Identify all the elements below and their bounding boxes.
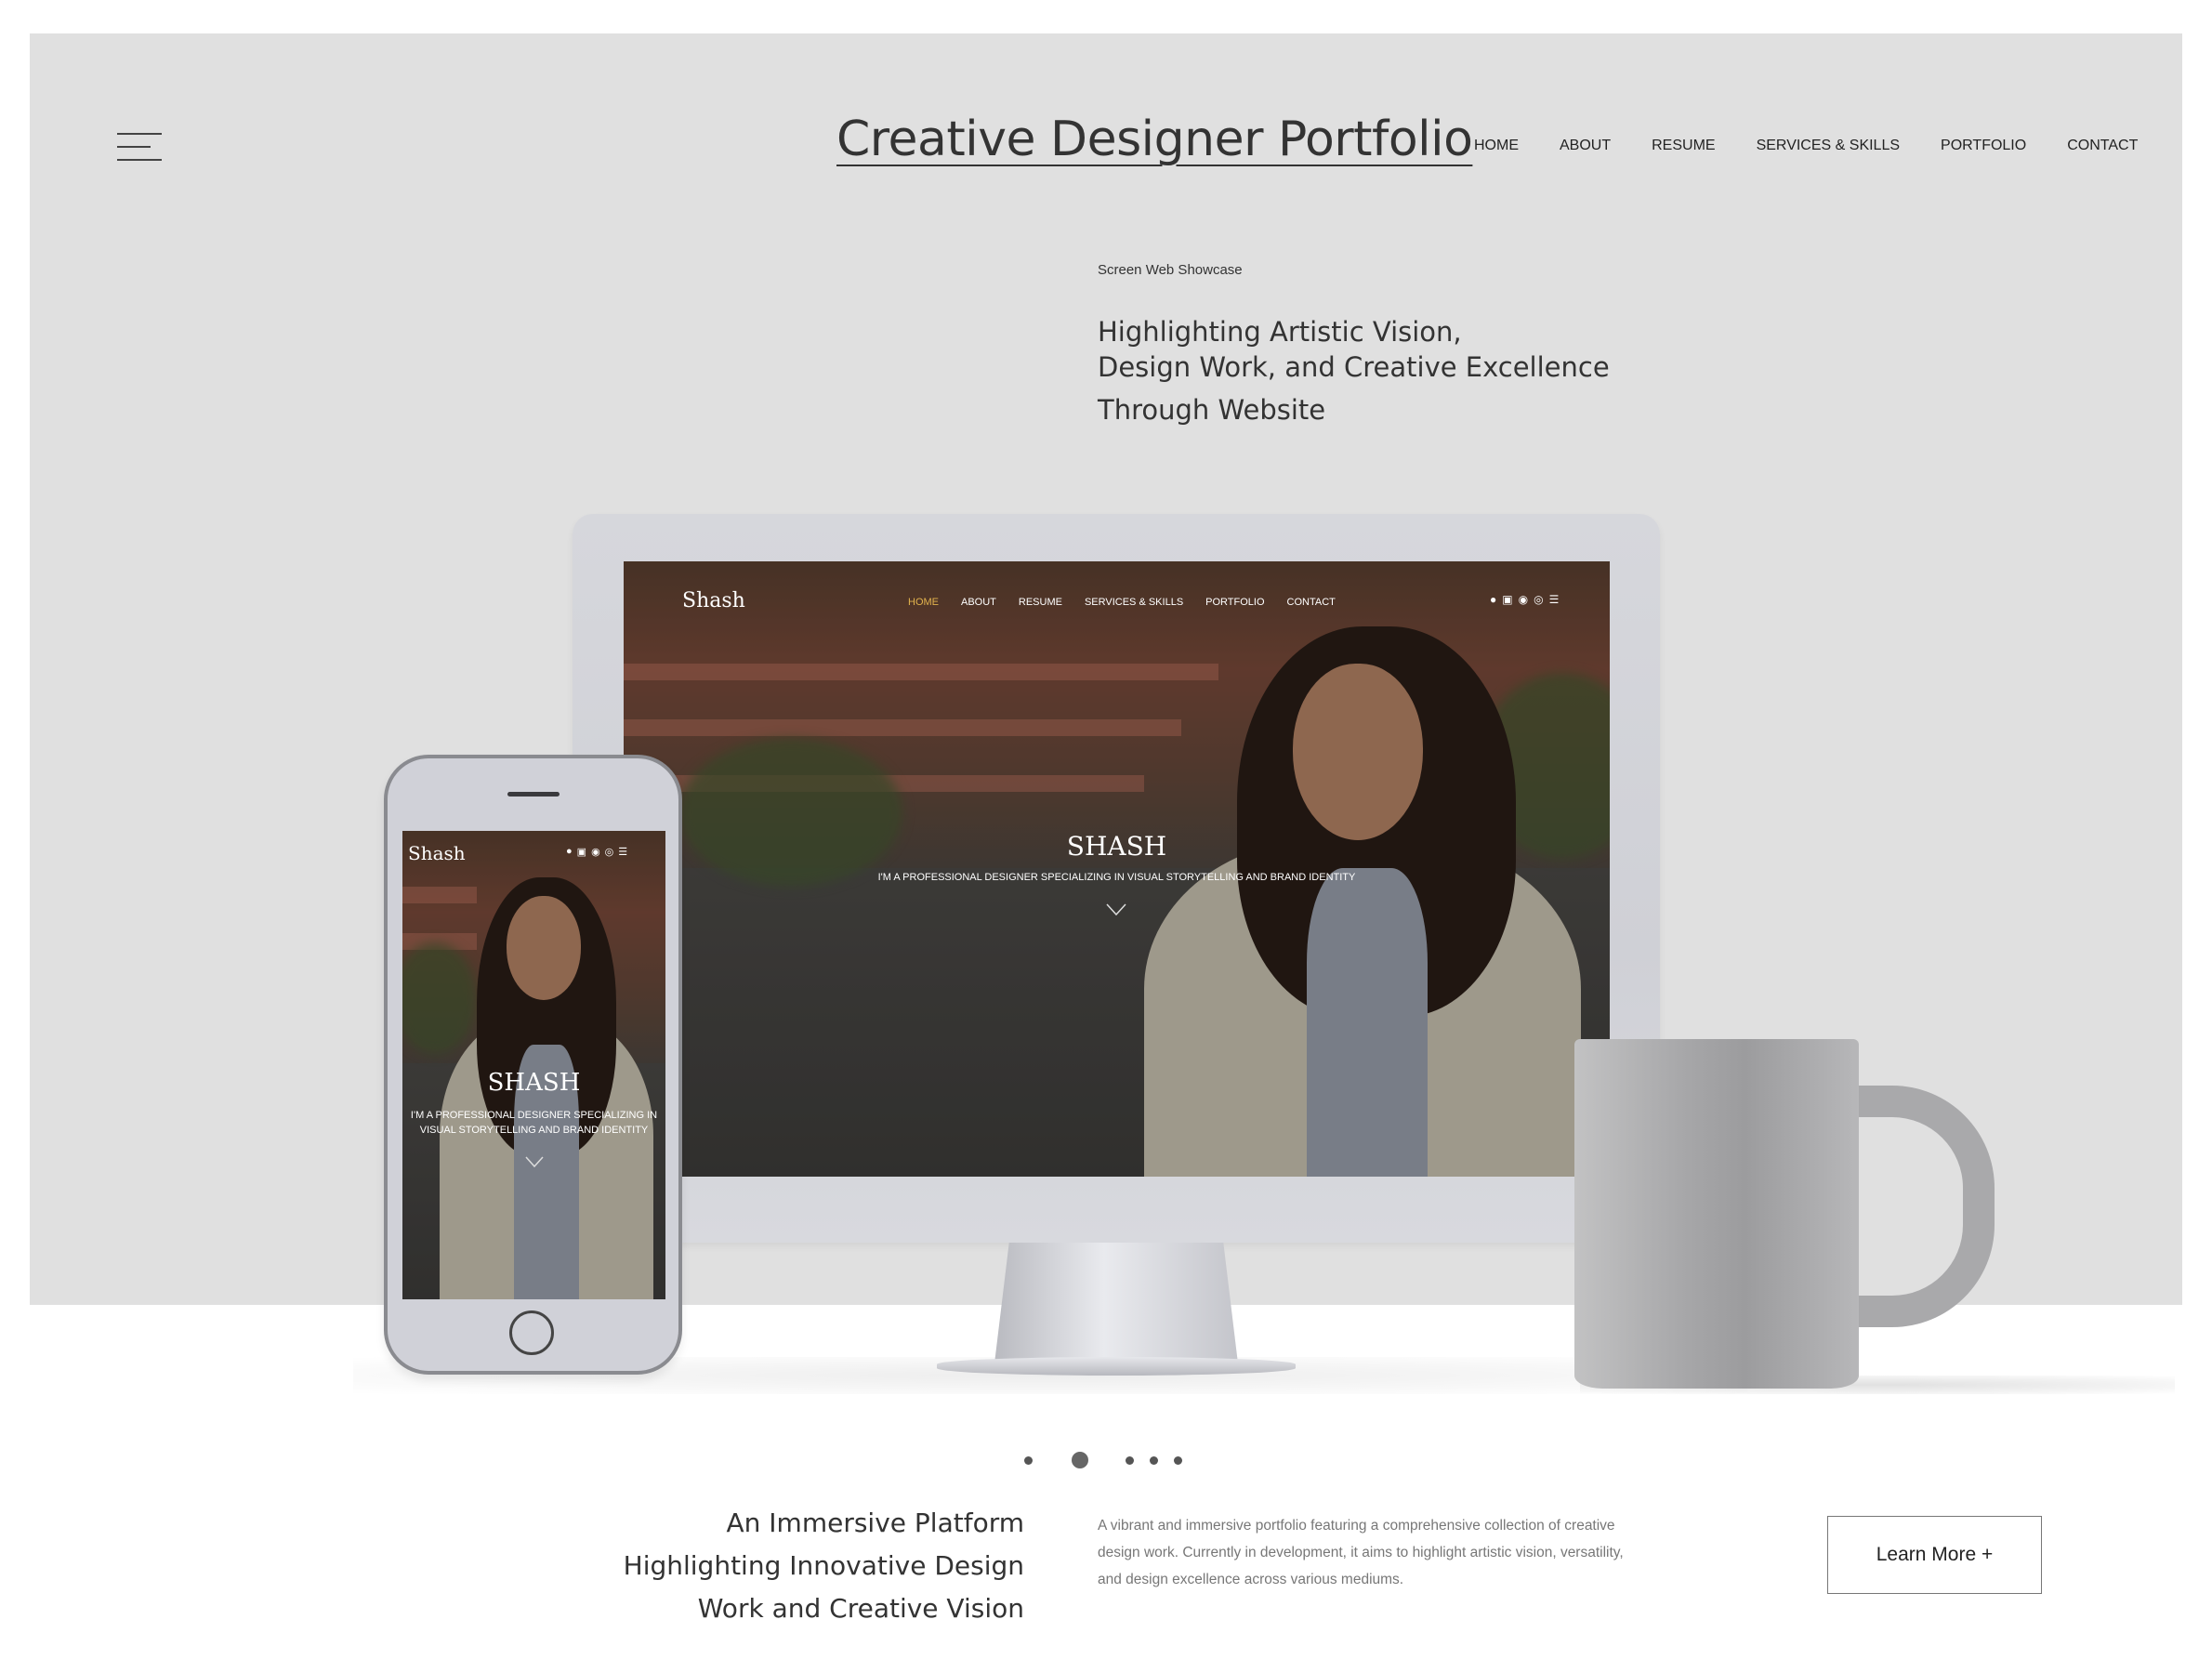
facebook-icon: ◉ (591, 847, 600, 858)
feature-title-line: Work and Creative Vision (697, 1593, 1024, 1624)
nav-resume[interactable]: RESUME (1652, 138, 1715, 154)
mobile-website-preview: Shash ● ▣ ◉ ◎ ☰ SHASH I'M A PROFESSIONAL… (402, 831, 665, 1299)
nav-home[interactable]: HOME (1474, 138, 1519, 154)
user-icon: ● (566, 846, 573, 857)
phone-home-button (509, 1310, 554, 1355)
preview-hero-tagline: I'M A PROFESSIONAL DESIGNER SPECIALIZING… (877, 872, 1356, 883)
hero-headline: Highlighting Artistic Vision, Design Wor… (1098, 314, 1610, 428)
slider-dot[interactable] (1024, 1456, 1033, 1465)
preview-hero-name: SHASH (1066, 831, 1167, 862)
desktop-website-preview: Shash HOME ABOUT RESUME SERVICES & SKILL… (624, 561, 1610, 1177)
preview-hero-tagline: I'M A PROFESSIONAL DESIGNER SPECIALIZING… (410, 1110, 658, 1136)
user-icon: ● (1490, 593, 1497, 606)
monitor-stand (994, 1243, 1238, 1363)
preview-hero-name: SHASH (487, 1069, 581, 1097)
image-overlay (402, 831, 665, 1299)
preview-nav-home: HOME (908, 597, 939, 608)
chevron-down-icon (1106, 903, 1126, 916)
preview-nav: HOME ABOUT RESUME SERVICES & SKILLS PORT… (908, 597, 1336, 608)
feature-title-line: An Immersive Platform (726, 1508, 1025, 1538)
main-nav: HOME ABOUT RESUME SERVICES & SKILLS PORT… (1474, 138, 2138, 154)
linkedin-icon: ▣ (576, 847, 587, 858)
hamburger-menu-icon[interactable] (117, 133, 162, 163)
mug (1574, 1039, 1859, 1389)
hero-headline-line: Design Work, and Creative Excellence (1098, 351, 1610, 383)
nav-about[interactable]: ABOUT (1560, 138, 1611, 154)
menu-icon: ☰ (618, 847, 628, 858)
nav-services-skills[interactable]: SERVICES & SKILLS (1757, 138, 1900, 154)
preview-social-icons: ● ▣ ◉ ◎ ☰ (566, 846, 627, 858)
feature-title: An Immersive Platform Highlighting Innov… (558, 1502, 1024, 1630)
linkedin-icon: ▣ (1502, 593, 1513, 606)
hero-headline-line: Highlighting Artistic Vision, (1098, 316, 1462, 348)
preview-social-icons: ● ▣ ◉ ◎ ☰ (1490, 593, 1559, 606)
slider-dot-active[interactable] (1072, 1452, 1088, 1468)
slider-pagination (1022, 1452, 1190, 1470)
feature-description: A vibrant and immersive portfolio featur… (1098, 1518, 1624, 1587)
slider-dot[interactable] (1126, 1456, 1134, 1465)
preview-nav-about: ABOUT (961, 597, 996, 608)
slider-dot[interactable] (1150, 1456, 1158, 1465)
feature-title-line: Highlighting Innovative Design (623, 1550, 1024, 1581)
hero-headline-line: Through Website (1098, 394, 1326, 426)
image-overlay (624, 561, 1610, 1177)
site-title[interactable]: Creative Designer Portfolio (836, 112, 1473, 167)
preview-nav-services-skills: SERVICES & SKILLS (1084, 597, 1184, 608)
instagram-icon: ◎ (604, 847, 614, 858)
preview-nav-portfolio: PORTFOLIO (1205, 597, 1265, 608)
hero-eyebrow: Screen Web Showcase (1098, 262, 1243, 278)
phone-speaker (507, 792, 560, 797)
learn-more-button[interactable]: Learn More + (1827, 1516, 2042, 1594)
preview-logo: Shash (682, 589, 745, 612)
slider-dot[interactable] (1174, 1456, 1182, 1465)
preview-logo: Shash (408, 842, 466, 864)
facebook-icon: ◉ (1518, 593, 1529, 606)
preview-nav-contact: CONTACT (1286, 597, 1336, 608)
monitor-base (937, 1357, 1296, 1376)
nav-portfolio[interactable]: PORTFOLIO (1941, 138, 2026, 154)
preview-nav-resume: RESUME (1018, 597, 1062, 608)
chevron-down-icon (525, 1156, 544, 1167)
menu-icon: ☰ (1548, 593, 1560, 606)
instagram-icon: ◎ (1534, 593, 1544, 606)
nav-contact[interactable]: CONTACT (2067, 138, 2138, 154)
